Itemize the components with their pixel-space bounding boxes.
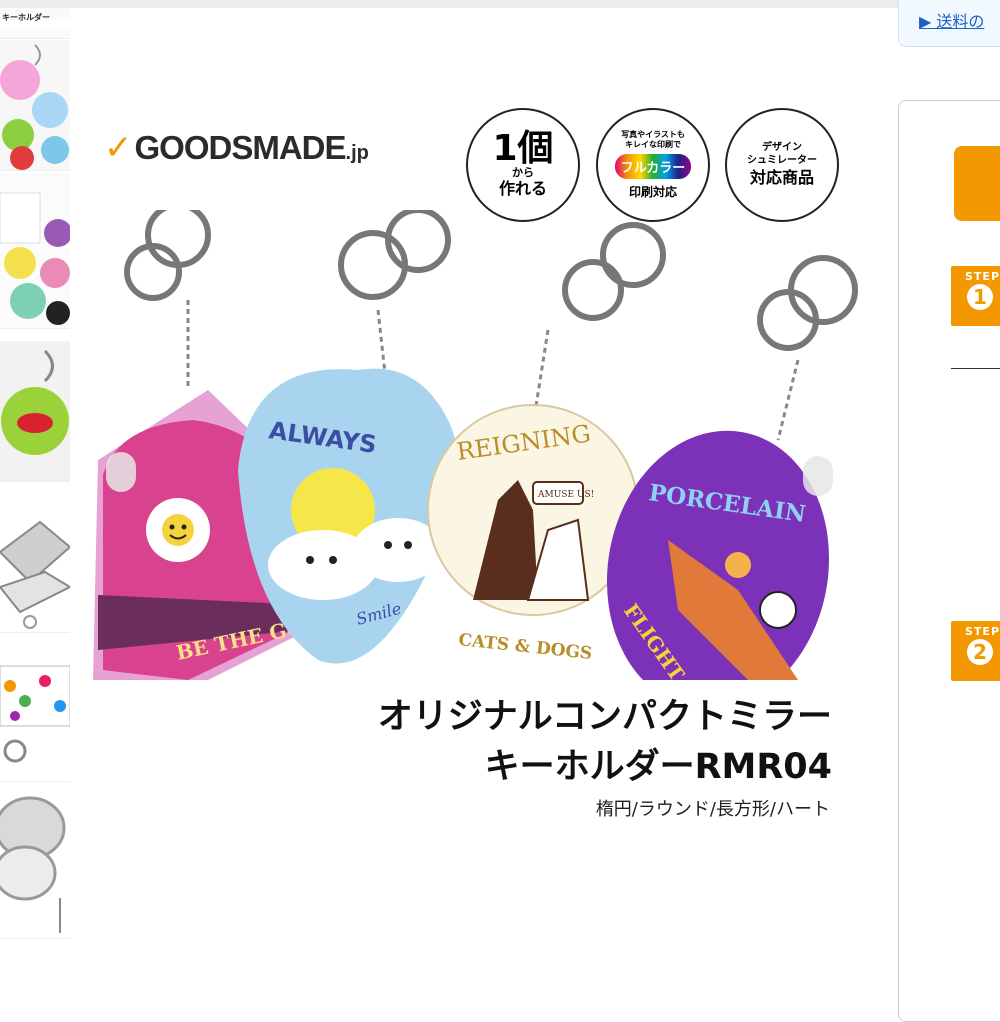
round-mirror: REIGNING AMUSE US! CATS & DOGS [427, 404, 639, 664]
thumbnail-6[interactable] [0, 656, 70, 782]
product-subtitle: 楕円/ラウンド/長方形/ハート [595, 799, 830, 820]
oval-mirror: PORCELAIN FLIGHT SCHOOL [606, 430, 830, 680]
step-2-number: 2 [967, 639, 993, 665]
round-mirror-bottom: CATS & DOGS [457, 630, 593, 664]
badge-full-color: 写真やイラストも キレイな印刷で フルカラー 印刷対応 [596, 108, 710, 222]
gallery-prev-button[interactable] [106, 452, 136, 492]
badge-min-order: 1個 から 作れる [466, 108, 580, 222]
product-main-image: ✓ GOODSMADE .jp 1個 から 作れる 写真やイラストも キレイな印… [78, 80, 868, 980]
logo-tld-text: .jp [345, 142, 369, 164]
logo-brand-text: GOODSMADE [134, 129, 347, 166]
thumbnail-5[interactable] [0, 492, 70, 633]
mirror-keychains-illustration: BE THE GOOD ALWAYS Smile REIGNING AMUSE … [93, 210, 858, 680]
keyring-icons [124, 210, 858, 351]
step-1-badge: STEP 1 [951, 266, 1000, 326]
badge-min-order-big: 1個 [492, 127, 554, 169]
order-side-panel: STEP 1 STEP 2 [898, 100, 1000, 1022]
step-divider [951, 368, 1000, 369]
order-button[interactable] [954, 146, 1000, 221]
thumbnail-1[interactable]: キーホルダー [0, 8, 70, 39]
badge-design-mid: 対応商品 [749, 168, 814, 187]
step-2-label: STEP [965, 625, 1000, 638]
product-title-line2: キーホルダーRMR04 [484, 747, 832, 787]
shipping-link[interactable]: ▶ 送料の [919, 8, 984, 32]
thumbnail-1-caption: キーホルダー [2, 12, 50, 22]
badge-min-order-mid: 作れる [498, 178, 547, 198]
step-1-number: 1 [967, 284, 993, 310]
badge-full-color-pill: フルカラー [614, 154, 692, 179]
browser-top-strip [0, 0, 1000, 8]
badge-full-color-bottom: 印刷対応 [628, 185, 677, 199]
goodsmade-logo: ✓ GOODSMADE .jp [104, 128, 369, 168]
badge-design-simulator: デザイン シュミレーター 対応商品 [725, 108, 839, 222]
badge-design-line2: シュミレーター [747, 155, 817, 166]
step-2-badge: STEP 2 [951, 621, 1000, 681]
badge-min-order-small: から [512, 165, 534, 179]
checkmark-icon: ✓ [104, 128, 133, 168]
badge-design-line1: デザイン [762, 142, 802, 153]
thumbnail-list: キーホルダー [0, 8, 72, 1000]
thumbnail-7[interactable] [0, 788, 70, 939]
thumbnail-2[interactable] [0, 40, 70, 171]
thumbnail-3[interactable] [0, 173, 70, 329]
shipping-banner: ▶ 送料の [898, 0, 1000, 47]
product-title-line1: オリジナルコンパクトミラー [377, 697, 832, 737]
round-mirror-bubble: AMUSE US! [537, 490, 594, 500]
step-1-label: STEP [965, 270, 1000, 283]
thumbnail-4[interactable] [0, 341, 70, 482]
product-title: オリジナルコンパクトミラー キーホルダーRMR04 [378, 692, 832, 792]
badge-full-color-line1: 写真やイラストも [621, 130, 685, 139]
badge-full-color-line2: キレイな印刷で [625, 140, 681, 149]
gallery-next-button[interactable] [803, 456, 833, 496]
